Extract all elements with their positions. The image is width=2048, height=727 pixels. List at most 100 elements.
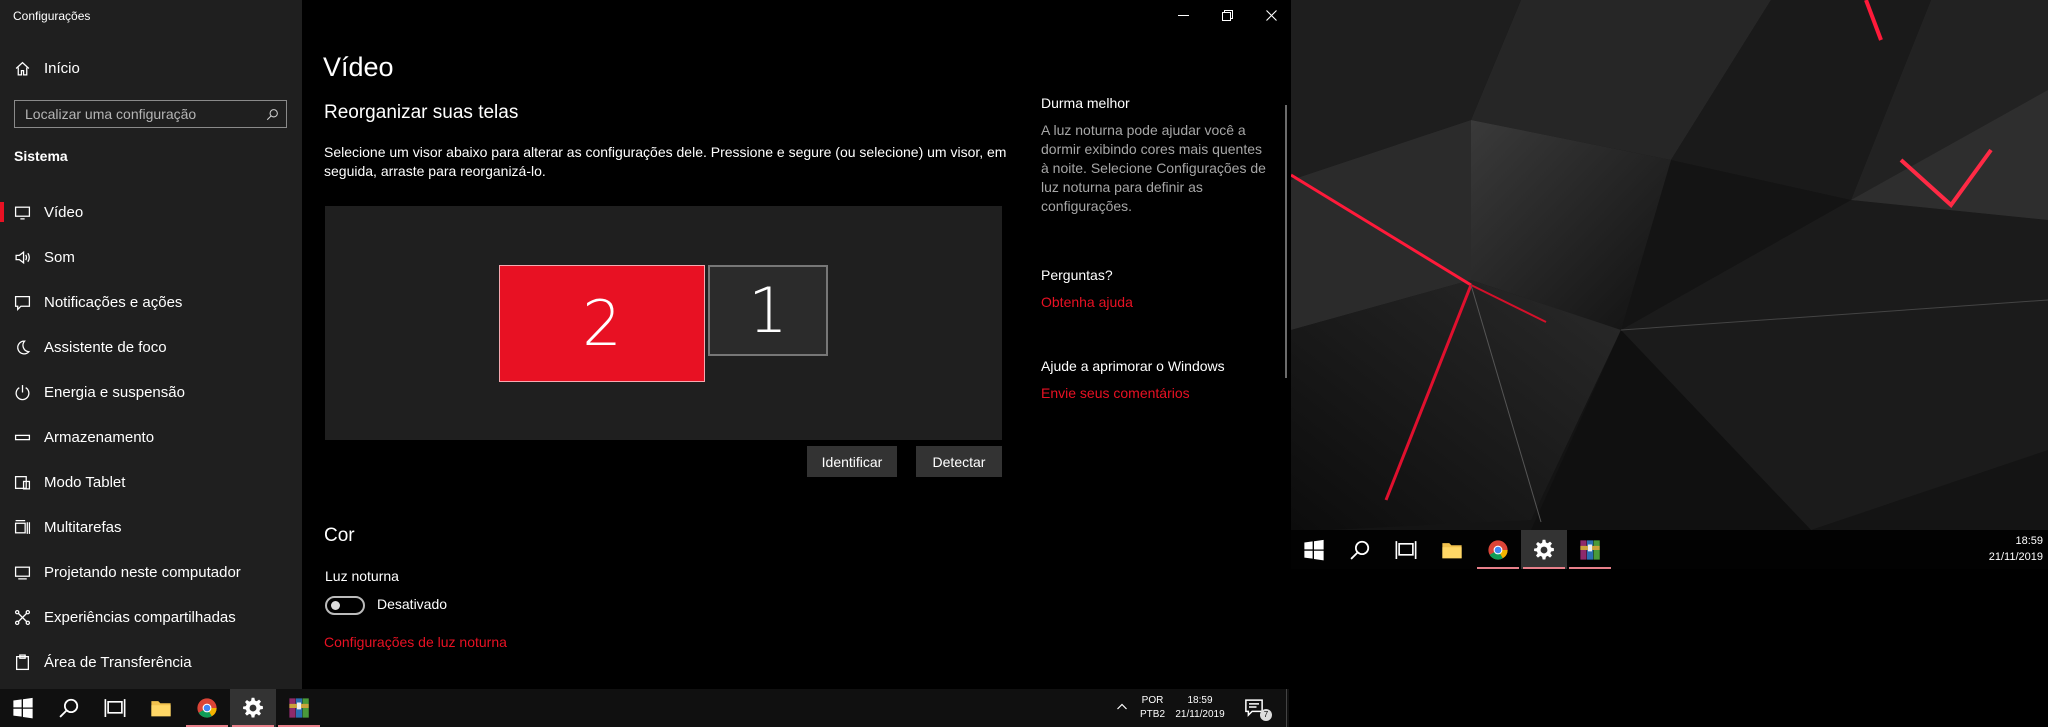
display-arrangement-area[interactable]: 2 1 bbox=[325, 206, 1002, 440]
clock-time: 18:59 bbox=[2015, 535, 2043, 547]
sidebar-item-label: Notificações e ações bbox=[44, 293, 183, 311]
settings-button[interactable] bbox=[230, 689, 276, 727]
file-explorer-button[interactable] bbox=[138, 689, 184, 727]
search-input[interactable] bbox=[15, 106, 258, 122]
sidebar-item-focus-assist[interactable]: Assistente de foco bbox=[0, 327, 302, 367]
sidebar-item-video[interactable]: Vídeo bbox=[0, 192, 302, 232]
power-icon bbox=[0, 384, 44, 401]
search-button-2[interactable] bbox=[1337, 530, 1383, 569]
sidebar-item-clipboard[interactable]: Área de Transferência bbox=[0, 642, 302, 682]
rearrange-heading: Reorganizar suas telas bbox=[324, 102, 519, 123]
sidebar-item-home[interactable]: Início bbox=[0, 48, 302, 88]
file-explorer-button-2[interactable] bbox=[1429, 530, 1475, 569]
get-help-link[interactable]: Obtenha ajuda bbox=[1041, 294, 1133, 310]
chrome-button[interactable] bbox=[184, 689, 230, 727]
folder-icon bbox=[1442, 542, 1462, 558]
folder-icon bbox=[151, 701, 171, 717]
sleep-better-section: Durma melhor A luz noturna pode ajudar v… bbox=[1041, 95, 1271, 216]
search-icon bbox=[59, 698, 79, 718]
display-2-tile[interactable]: 2 bbox=[499, 265, 705, 382]
multitask-icon bbox=[0, 519, 44, 536]
desktop-clock[interactable]: 18:59 21/11/2019 bbox=[1989, 533, 2043, 565]
gear-icon bbox=[1534, 539, 1554, 559]
close-icon bbox=[1265, 9, 1277, 21]
sidebar: Configurações Início Sistema Vídeo Som bbox=[0, 0, 302, 689]
clock-date: 21/11/2019 bbox=[1988, 551, 2043, 563]
sidebar-item-label: Assistente de foco bbox=[44, 338, 167, 356]
winrar-button-2[interactable] bbox=[1567, 530, 1613, 569]
sidebar-item-label: Projetando neste computador bbox=[44, 563, 241, 581]
minimize-icon bbox=[1177, 14, 1189, 16]
sidebar-item-multitasking[interactable]: Multitarefas bbox=[0, 507, 302, 547]
start-button-2[interactable] bbox=[1291, 530, 1337, 569]
search-icon bbox=[1350, 540, 1370, 560]
speaker-icon bbox=[0, 249, 44, 266]
display-1-tile[interactable]: 1 bbox=[708, 265, 828, 356]
restore-icon bbox=[1221, 9, 1233, 21]
task-view-button-2[interactable] bbox=[1383, 530, 1429, 569]
search-icon[interactable] bbox=[258, 108, 286, 121]
color-heading: Cor bbox=[324, 525, 355, 546]
detect-button[interactable]: Detectar bbox=[916, 446, 1002, 477]
section-label: Sistema bbox=[14, 148, 68, 164]
night-light-toggle[interactable] bbox=[325, 596, 365, 615]
task-view-icon bbox=[1395, 540, 1417, 559]
sidebar-item-storage[interactable]: Armazenamento bbox=[0, 417, 302, 457]
chevron-up-icon[interactable] bbox=[1116, 700, 1128, 718]
night-light-settings-link[interactable]: Configurações de luz noturna bbox=[324, 634, 507, 650]
project-icon bbox=[0, 564, 44, 581]
improve-windows-heading: Ajude a aprimorar o Windows bbox=[1041, 358, 1225, 374]
winrar-icon bbox=[1580, 539, 1600, 560]
gear-icon bbox=[243, 697, 263, 718]
sidebar-item-projecting[interactable]: Projetando neste computador bbox=[0, 552, 302, 592]
sidebar-item-label: Início bbox=[44, 59, 80, 77]
search-field[interactable] bbox=[14, 100, 287, 128]
language-code: POR bbox=[1141, 695, 1164, 706]
night-light-label: Luz noturna bbox=[325, 568, 399, 584]
identify-button[interactable]: Identificar bbox=[807, 446, 897, 477]
home-icon bbox=[0, 60, 44, 77]
winrar-icon bbox=[289, 698, 309, 718]
close-button[interactable] bbox=[1249, 0, 1293, 30]
sidebar-item-sound[interactable]: Som bbox=[0, 237, 302, 277]
sidebar-item-label: Modo Tablet bbox=[44, 473, 126, 491]
language-indicator[interactable]: POR PTB2 bbox=[1140, 694, 1165, 722]
rearrange-description: Selecione um visor abaixo para alterar a… bbox=[324, 144, 1007, 179]
sidebar-item-shared-experiences[interactable]: Experiências compartilhadas bbox=[0, 597, 302, 637]
scrollbar[interactable] bbox=[1285, 105, 1287, 378]
search-button[interactable] bbox=[46, 689, 92, 727]
chrome-button-2[interactable] bbox=[1475, 530, 1521, 569]
keyboard-layout: PTB2 bbox=[1140, 709, 1166, 720]
taskbar-clock[interactable]: 18:59 21/11/2019 bbox=[1175, 694, 1225, 722]
sidebar-item-power-sleep[interactable]: Energia e suspensão bbox=[0, 372, 302, 412]
empty-area bbox=[1289, 569, 2048, 727]
tablet-icon bbox=[0, 474, 44, 491]
sidebar-item-label: Área de Transferência bbox=[44, 653, 192, 671]
show-desktop-button[interactable] bbox=[1286, 689, 1289, 727]
clock-time: 18:59 bbox=[1187, 695, 1213, 706]
app-title: Configurações bbox=[13, 9, 91, 23]
feedback-link[interactable]: Envie seus comentários bbox=[1041, 385, 1281, 401]
chrome-icon bbox=[1488, 539, 1508, 560]
share-icon bbox=[0, 609, 44, 626]
chrome-icon bbox=[197, 698, 217, 718]
minimize-button[interactable] bbox=[1161, 0, 1205, 30]
sidebar-item-notifications[interactable]: Notificações e ações bbox=[0, 282, 302, 322]
sleep-better-text: A luz noturna pode ajudar você a dormir … bbox=[1041, 122, 1266, 214]
sidebar-item-label: Energia e suspensão bbox=[44, 383, 185, 401]
settings-button-2[interactable] bbox=[1521, 530, 1567, 569]
sidebar-item-tablet-mode[interactable]: Modo Tablet bbox=[0, 462, 302, 502]
sleep-better-heading: Durma melhor bbox=[1041, 95, 1130, 111]
toggle-knob bbox=[331, 601, 340, 610]
task-view-button[interactable] bbox=[92, 689, 138, 727]
sidebar-item-label: Experiências compartilhadas bbox=[44, 608, 236, 626]
notification-icon bbox=[0, 294, 44, 311]
clipboard-icon bbox=[0, 653, 44, 671]
wallpaper bbox=[1291, 0, 2048, 530]
start-button[interactable] bbox=[0, 689, 46, 727]
winrar-button[interactable] bbox=[276, 689, 322, 727]
sidebar-item-label: Multitarefas bbox=[44, 518, 122, 536]
settings-window: Configurações Início Sistema Vídeo Som bbox=[0, 0, 1289, 689]
restore-button[interactable] bbox=[1205, 0, 1249, 30]
clock-date: 21/11/2019 bbox=[1175, 709, 1225, 720]
